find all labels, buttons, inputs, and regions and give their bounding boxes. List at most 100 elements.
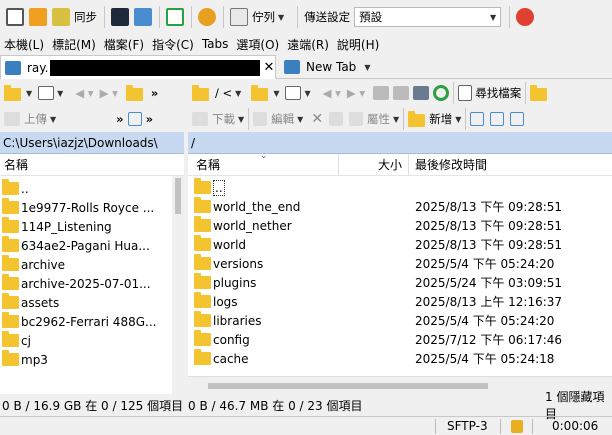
parent-folder-icon: [2, 179, 19, 195]
edit-icon[interactable]: [253, 112, 268, 126]
folder-icon: [194, 311, 211, 327]
download-button[interactable]: 下載: [212, 111, 235, 127]
reconnect-button[interactable]: [514, 4, 536, 30]
list-item[interactable]: bc2962-Ferrari 488G...: [2, 312, 184, 331]
transfer-preset-select[interactable]: 預設 ▼: [354, 7, 502, 27]
putty-button[interactable]: [132, 4, 154, 30]
forward-icon[interactable]: ▶ ▾: [347, 86, 365, 100]
more-icon[interactable]: »: [146, 112, 153, 126]
properties-icon[interactable]: [349, 112, 364, 126]
rename-icon[interactable]: [329, 112, 344, 126]
close-icon[interactable]: ✕: [264, 60, 275, 75]
list-item[interactable]: mp3: [2, 350, 184, 369]
keep-remote-up-to-date-button[interactable]: [164, 4, 186, 30]
synchronize-button[interactable]: 同步: [50, 4, 99, 30]
chevron-down-icon[interactable]: ▼: [235, 89, 241, 98]
table-row[interactable]: world 2025/8/13 下午 09:28:51: [188, 235, 612, 254]
back-icon[interactable]: ◀ ▾: [323, 86, 341, 100]
console-button[interactable]: [109, 4, 131, 30]
refresh-icon[interactable]: [433, 85, 450, 101]
remote-path-bar[interactable]: /: [188, 132, 612, 154]
table-row[interactable]: libraries 2025/5/4 下午 05:24:20: [188, 311, 612, 330]
list-item[interactable]: archive-2025-07-01...: [2, 274, 184, 293]
open-folder-icon[interactable]: [4, 85, 21, 101]
table-row[interactable]: versions 2025/5/4 下午 05:24:20: [188, 254, 612, 273]
folder-icon: [2, 312, 19, 328]
menu-mark[interactable]: 標記(M): [52, 36, 96, 53]
local-view-button[interactable]: [4, 4, 26, 30]
forward-icon[interactable]: ▶ ▾: [100, 86, 118, 100]
menu-local[interactable]: 本機(L): [4, 36, 44, 53]
menu-tabs[interactable]: Tabs: [202, 37, 229, 51]
chevron-down-icon: ▼: [238, 114, 245, 124]
select-all-icon[interactable]: [510, 112, 525, 126]
table-row[interactable]: world_nether 2025/8/13 下午 09:28:51: [188, 216, 612, 235]
plus-icon[interactable]: [127, 112, 142, 126]
table-row[interactable]: plugins 2025/5/24 下午 03:09:51: [188, 273, 612, 292]
plus-icon[interactable]: [470, 112, 485, 126]
chevron-down-icon[interactable]: ▼: [273, 89, 279, 98]
delete-icon[interactable]: ✕: [311, 111, 323, 127]
menu-remote[interactable]: 遠端(R): [287, 36, 329, 53]
compare-button[interactable]: [27, 4, 49, 30]
local-column-header: 名稱: [0, 154, 184, 176]
menu-files[interactable]: 檔案(F): [104, 36, 144, 53]
remote-col-name[interactable]: 名稱: [196, 156, 220, 173]
chevron-down-icon[interactable]: ▼: [57, 89, 63, 98]
table-row[interactable]: config 2025/7/12 下午 06:17:46: [188, 330, 612, 349]
root-dir-icon[interactable]: [393, 86, 410, 100]
tab-session[interactable]: ray. ✕: [0, 55, 276, 79]
local-col-name[interactable]: 名稱: [4, 156, 28, 173]
chevron-down-icon[interactable]: ▼: [304, 89, 310, 98]
transfer-settings-label: 傳送設定: [304, 10, 351, 24]
table-row[interactable]: world_the_end 2025/8/13 下午 09:28:51: [188, 197, 612, 216]
list-item[interactable]: assets: [2, 293, 184, 312]
queue-button[interactable]: 佇列 ▼: [228, 4, 286, 30]
local-path-bar[interactable]: C:\Users\iazjz\Downloads\: [0, 132, 184, 154]
table-row[interactable]: cache 2025/5/4 下午 05:24:18: [188, 349, 612, 368]
more-icon[interactable]: »: [151, 86, 158, 100]
open-folder-icon[interactable]: [192, 85, 209, 101]
back-icon[interactable]: ◀ ▾: [75, 86, 93, 100]
minus-icon[interactable]: [490, 112, 505, 126]
parent-folder-icon[interactable]: [125, 85, 143, 101]
folder-icon: [2, 293, 19, 309]
more-icon[interactable]: »: [116, 112, 123, 126]
edit-button[interactable]: 編輯: [271, 111, 294, 127]
open-directory-icon[interactable]: [251, 85, 269, 101]
remote-path-combo[interactable]: / <: [215, 86, 232, 100]
home-icon[interactable]: [413, 86, 430, 100]
queue-label: 佇列: [252, 10, 275, 24]
list-item[interactable]: 114P_Listening: [2, 217, 184, 236]
filter-icon[interactable]: [38, 86, 55, 100]
folder-icon[interactable]: [530, 85, 548, 101]
remote-col-modified[interactable]: 最後修改時間: [415, 156, 487, 173]
list-item[interactable]: 634ae2-Pagani Hua...: [2, 236, 184, 255]
upload-icon[interactable]: [4, 112, 20, 126]
status-bar: SFTP-3 0:00:06: [0, 416, 612, 435]
properties-button[interactable]: 屬性: [367, 111, 390, 127]
scroll-thumb[interactable]: [208, 383, 488, 389]
scroll-thumb[interactable]: [175, 178, 181, 214]
list-item[interactable]: ..: [2, 179, 184, 198]
download-icon[interactable]: [192, 112, 208, 126]
tab-new[interactable]: New Tab ▼: [280, 55, 380, 79]
menu-help[interactable]: 說明(H): [337, 36, 379, 53]
local-scrollbar[interactable]: [172, 176, 184, 394]
list-item[interactable]: archive: [2, 255, 184, 274]
menu-options[interactable]: 選項(O): [236, 36, 279, 53]
find-files-button[interactable]: 尋找檔案: [475, 85, 521, 101]
filter-icon[interactable]: [285, 86, 302, 100]
hidden-items-status[interactable]: 1 個隱藏項目: [545, 390, 612, 421]
table-row[interactable]: logs 2025/8/13 上午 12:16:37: [188, 292, 612, 311]
chevron-down-icon[interactable]: ▼: [26, 89, 32, 98]
parent-dir-icon[interactable]: [373, 86, 390, 100]
table-row[interactable]: ..: [188, 178, 612, 197]
remote-col-size[interactable]: 大小: [378, 156, 402, 173]
preferences-button[interactable]: [196, 4, 218, 30]
upload-button[interactable]: 上傳: [24, 111, 47, 127]
menu-commands[interactable]: 指令(C): [152, 36, 194, 53]
list-item[interactable]: cj: [2, 331, 184, 350]
new-button[interactable]: 新增: [429, 111, 452, 127]
list-item[interactable]: 1e9977-Rolls Royce ...: [2, 198, 184, 217]
